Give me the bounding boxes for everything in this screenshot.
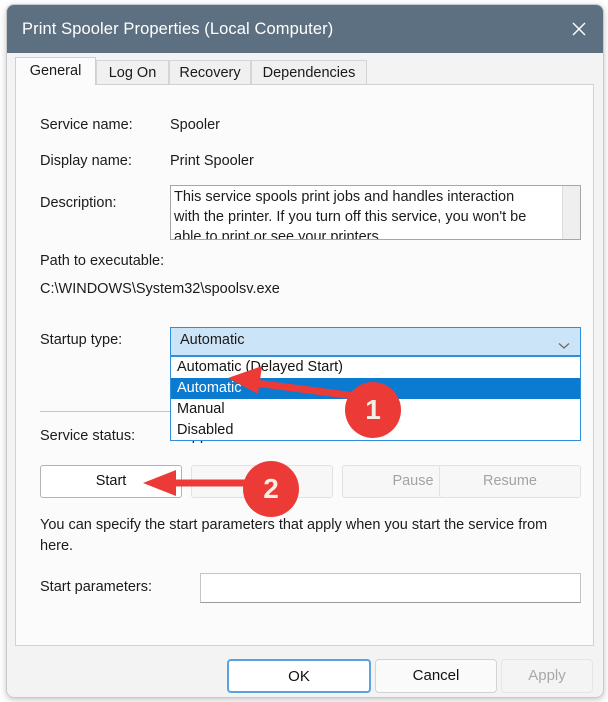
annotation-marker-1: 1 [345,382,401,438]
annotation-marker-2-label: 2 [263,473,279,504]
annotation-arrows [143,366,374,496]
annotation-marker-1-label: 1 [365,394,381,425]
annotation-arrow-1 [228,366,374,402]
annotation-marker-2: 2 [243,461,299,517]
service-properties-screenshot: Print Spooler Properties (Local Computer… [0,0,608,702]
